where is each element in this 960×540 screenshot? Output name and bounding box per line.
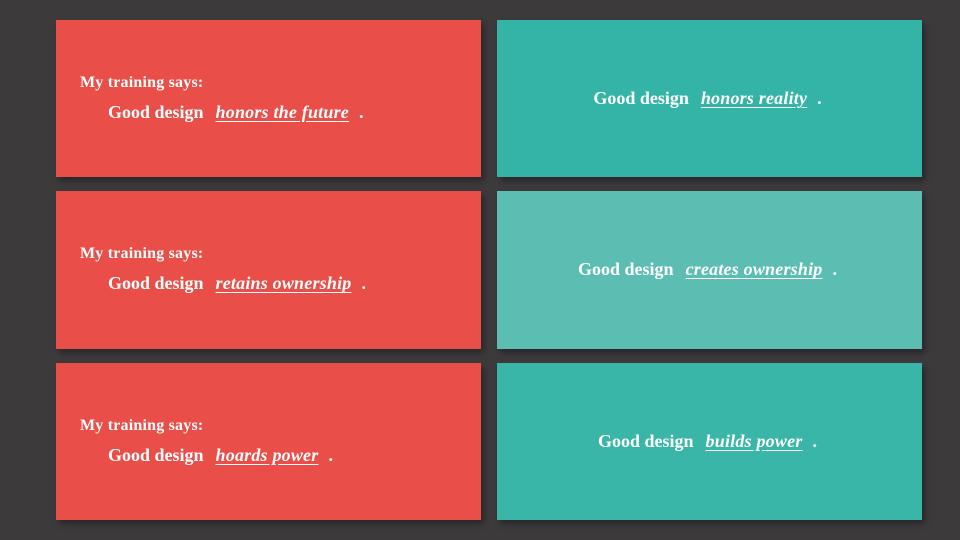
statement-line: Good design creates ownership . bbox=[521, 259, 894, 280]
stem-text: Good design bbox=[108, 102, 204, 123]
stem-text: Good design bbox=[598, 431, 694, 452]
period: . bbox=[359, 102, 364, 123]
stem-text: Good design bbox=[108, 273, 204, 294]
card-left-3: My training says: Good design hoards pow… bbox=[56, 363, 481, 520]
blank-fill: retains ownership bbox=[210, 273, 358, 294]
period: . bbox=[817, 88, 822, 109]
statement-line: Good design honors the future . bbox=[80, 102, 453, 123]
card-left-1: My training says: Good design honors the… bbox=[56, 20, 481, 177]
period: . bbox=[812, 431, 817, 452]
statement-line: Good design honors reality . bbox=[521, 88, 894, 109]
stem-text: Good design bbox=[578, 259, 674, 280]
statement-line: Good design retains ownership . bbox=[80, 273, 453, 294]
pretitle: My training says: bbox=[80, 417, 453, 435]
card-left-2: My training says: Good design retains ow… bbox=[56, 191, 481, 348]
period: . bbox=[328, 445, 333, 466]
pretitle: My training says: bbox=[80, 245, 453, 263]
blank-fill: creates ownership bbox=[680, 259, 829, 280]
period: . bbox=[832, 259, 837, 280]
card-right-1: Good design honors reality . bbox=[497, 20, 922, 177]
pretitle: My training says: bbox=[80, 74, 453, 92]
stem-text: Good design bbox=[108, 445, 204, 466]
period: . bbox=[361, 273, 366, 294]
statement-line: Good design builds power . bbox=[521, 431, 894, 452]
card-right-2: Good design creates ownership . bbox=[497, 191, 922, 348]
statement-line: Good design hoards power . bbox=[80, 445, 453, 466]
stem-text: Good design bbox=[593, 88, 689, 109]
blank-fill: hoards power bbox=[210, 445, 325, 466]
card-right-3: Good design builds power . bbox=[497, 363, 922, 520]
blank-fill: builds power bbox=[700, 431, 809, 452]
blank-fill: honors reality bbox=[695, 88, 813, 109]
blank-fill: honors the future bbox=[210, 102, 355, 123]
cards-grid: My training says: Good design honors the… bbox=[0, 0, 960, 540]
